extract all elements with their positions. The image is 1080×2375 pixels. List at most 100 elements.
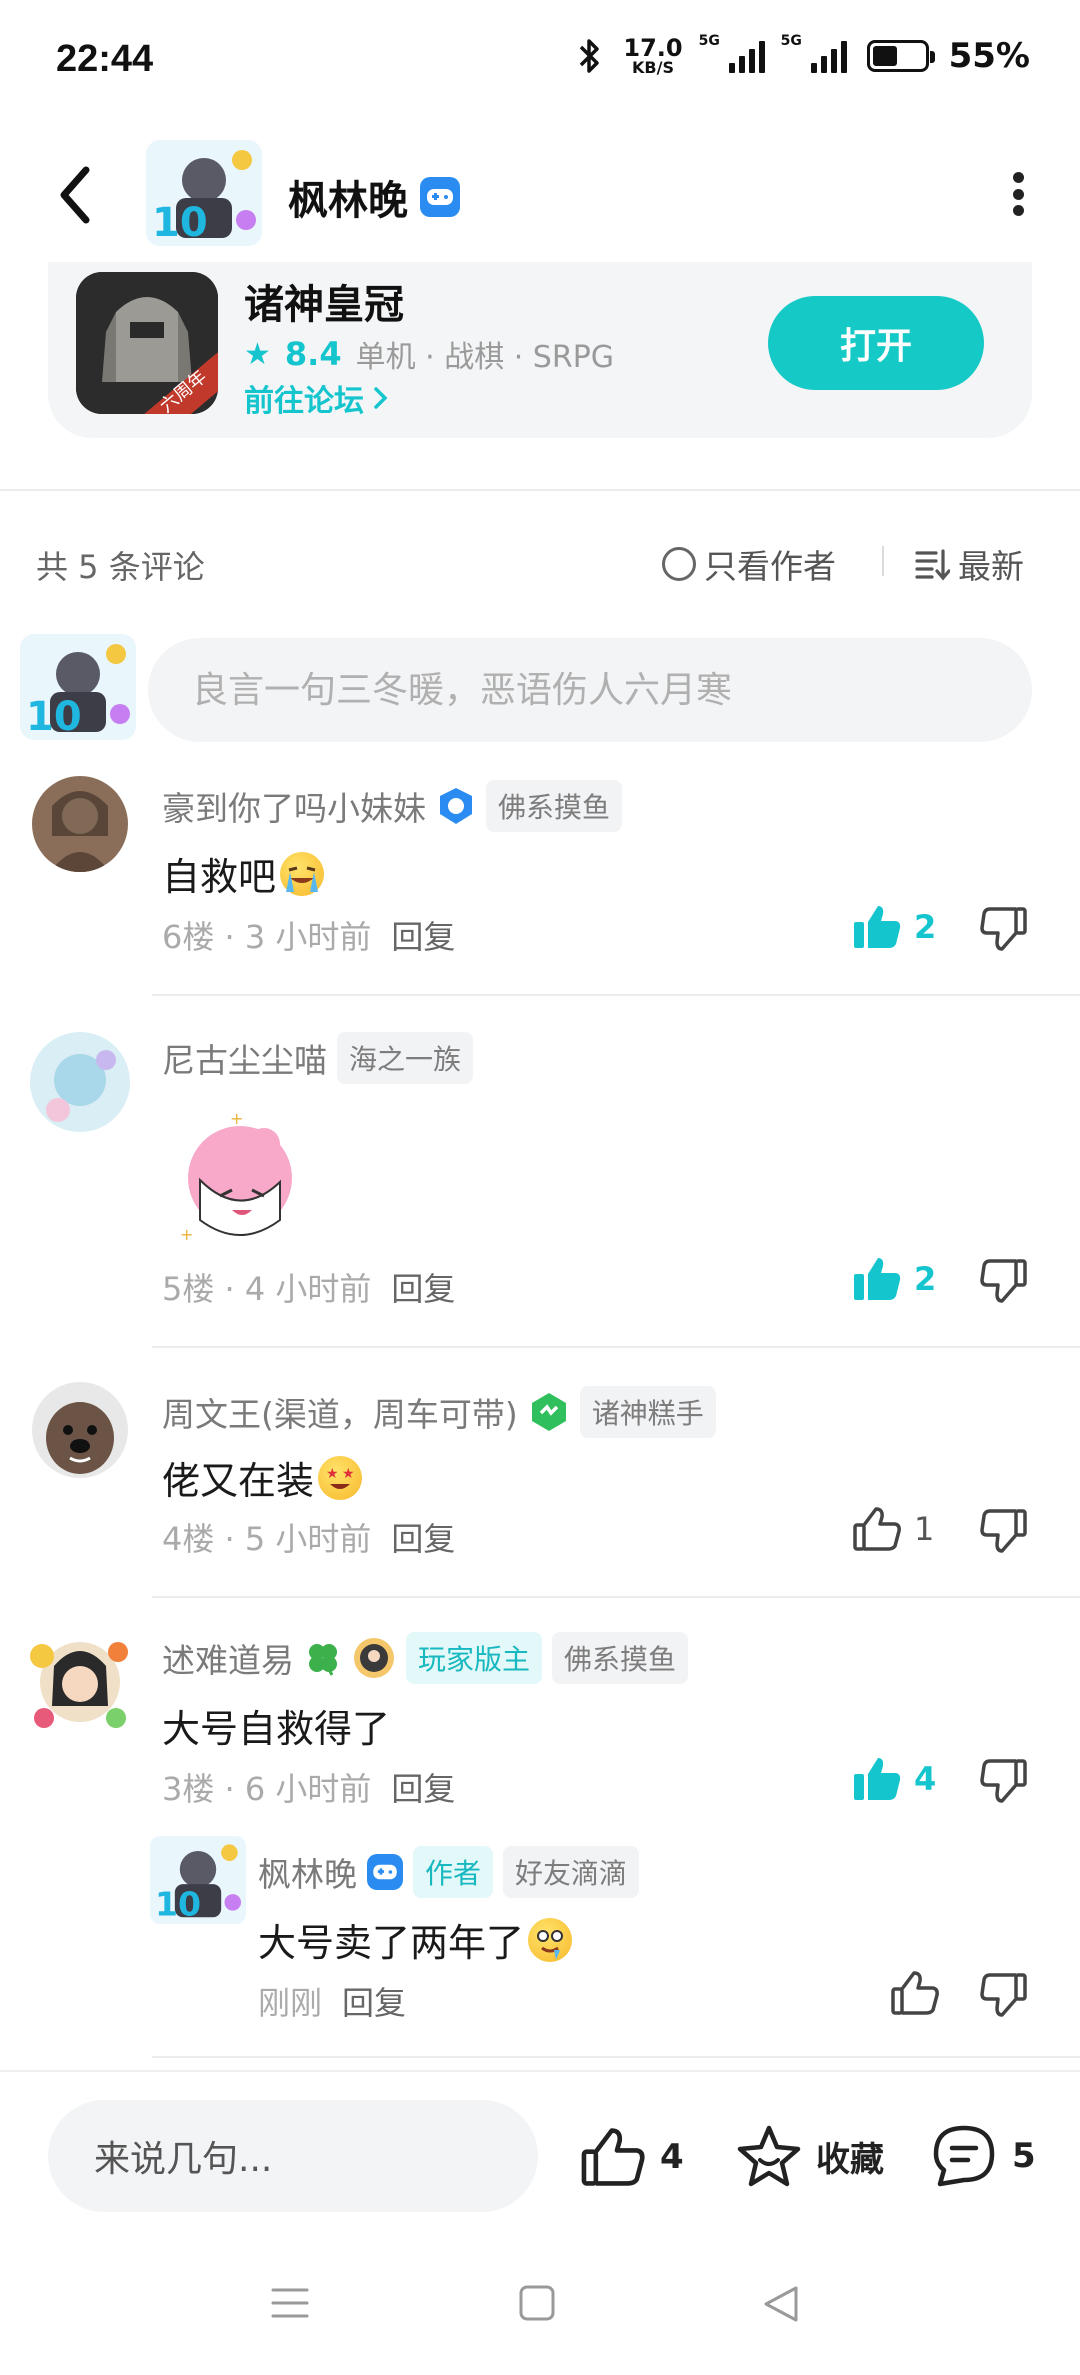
thumbs-down-icon bbox=[980, 1759, 1027, 1803]
comment-meta: 3楼 · 6 小时前 回复 bbox=[162, 1764, 455, 1810]
post-like-button[interactable]: 4 bbox=[580, 2126, 684, 2188]
thumbs-down-icon bbox=[980, 907, 1027, 951]
author-name: 枫林晚 bbox=[288, 168, 460, 226]
like-button[interactable]: 4 bbox=[852, 1756, 936, 1802]
like-button[interactable]: 2 bbox=[852, 904, 936, 950]
comment-meta: 5楼 · 4 小时前 回复 bbox=[162, 1264, 455, 1310]
favorite-star-icon bbox=[737, 2125, 801, 2187]
thumbs-up-filled-icon bbox=[854, 906, 901, 948]
divider bbox=[0, 489, 1080, 491]
bluetooth-icon bbox=[580, 39, 600, 73]
sticker-image[interactable]: + + bbox=[160, 1109, 320, 1250]
like-button[interactable]: 1 bbox=[852, 1506, 934, 1552]
svg-text:10: 10 bbox=[26, 694, 82, 740]
forum-link[interactable]: 前往论坛 bbox=[244, 376, 390, 420]
comment-count: 共 5 条评论 bbox=[36, 548, 205, 586]
radio-icon bbox=[662, 547, 696, 581]
app-rating: 8.4 bbox=[284, 335, 342, 373]
reply-meta: 刚刚 回复 bbox=[258, 1978, 406, 2024]
home-nav-button[interactable] bbox=[518, 2284, 556, 2322]
reply-button[interactable]: 回复 bbox=[391, 1764, 455, 1810]
svg-text:★: ★ bbox=[342, 1466, 355, 1482]
app-meta: ★ 8.4 单机 · 战棋 · SRPG bbox=[244, 332, 614, 376]
like-button[interactable]: 2 bbox=[852, 1256, 936, 1302]
reply-button[interactable]: 回复 bbox=[391, 912, 455, 958]
sort-button[interactable]: 最新 bbox=[914, 540, 1024, 588]
user-tag: 诸神糕手 bbox=[579, 1386, 716, 1438]
svg-text:10: 10 bbox=[152, 200, 208, 246]
chevron-right-icon bbox=[374, 387, 388, 409]
like-button[interactable] bbox=[890, 1970, 940, 2016]
star-eyes-emoji-icon: ★ ★ bbox=[318, 1455, 363, 1500]
svg-text:★: ★ bbox=[326, 1466, 339, 1482]
svg-text:+: + bbox=[230, 1110, 243, 1128]
drooling-emoji-icon bbox=[528, 1917, 573, 1962]
moderator-tag: 玩家版主 bbox=[406, 1632, 543, 1684]
reply-text: 大号卖了两年了 bbox=[258, 1912, 573, 1967]
more-options-button[interactable] bbox=[1008, 172, 1028, 216]
chat-bubble-icon bbox=[933, 2125, 995, 2187]
comment-username[interactable]: 述难道易 玩家版主 佛系摸鱼 bbox=[162, 1632, 689, 1684]
back-button[interactable] bbox=[52, 160, 102, 230]
menu-nav-button[interactable] bbox=[270, 2286, 310, 2320]
menu-icon bbox=[271, 2288, 309, 2318]
gamepad-badge-icon bbox=[420, 177, 460, 217]
author-avatar[interactable]: 10 bbox=[146, 140, 262, 246]
reply-avatar[interactable]: 10 bbox=[150, 1836, 246, 1924]
comment-avatar[interactable] bbox=[28, 1030, 132, 1134]
moderator-badge-icon bbox=[354, 1638, 394, 1678]
thumbs-up-icon bbox=[581, 2128, 645, 2186]
battery-percent: 55% bbox=[948, 36, 1030, 76]
thumbs-up-icon bbox=[853, 1507, 901, 1551]
comment-meta: 6楼 · 3 小时前 回复 bbox=[162, 912, 455, 958]
back-nav-button[interactable] bbox=[762, 2284, 800, 2324]
comment-divider bbox=[152, 1346, 1080, 1348]
chevron-left-icon bbox=[60, 166, 90, 224]
reply-username[interactable]: 枫林晚 作者 好友滴滴 bbox=[258, 1846, 640, 1898]
comment-avatar[interactable] bbox=[24, 1626, 136, 1738]
comment-input[interactable] bbox=[148, 638, 1032, 742]
status-time: 22:44 bbox=[56, 38, 154, 80]
reply-button[interactable]: 回复 bbox=[342, 1978, 406, 2024]
dislike-button[interactable] bbox=[980, 1758, 1028, 1806]
dislike-button[interactable] bbox=[980, 1258, 1028, 1306]
crying-emoji-icon bbox=[280, 851, 325, 896]
reply-button[interactable]: 回复 bbox=[391, 1514, 455, 1560]
thumbs-down-icon bbox=[980, 1973, 1027, 2017]
comment-avatar[interactable] bbox=[32, 1382, 128, 1478]
battery-icon bbox=[866, 40, 935, 72]
app-title: 诸神皇冠 bbox=[244, 282, 404, 328]
reply-button[interactable]: 回复 bbox=[391, 1264, 455, 1310]
my-avatar: 10 bbox=[20, 634, 136, 740]
favorite-button[interactable]: 收藏 bbox=[736, 2124, 884, 2188]
comment-avatar[interactable] bbox=[32, 776, 128, 872]
thumbs-up-icon bbox=[891, 1971, 939, 2015]
comment-divider bbox=[152, 994, 1080, 996]
thumbs-up-filled-icon bbox=[854, 1258, 901, 1300]
comment-text: 自救吧 bbox=[162, 846, 325, 901]
signal-1-icon: 5G bbox=[699, 33, 765, 73]
comments-button[interactable]: 5 bbox=[930, 2124, 1036, 2188]
open-app-button[interactable]: 打开 bbox=[768, 296, 984, 390]
comment-username[interactable]: 尼古尘尘喵 海之一族 bbox=[162, 1032, 474, 1084]
back-triangle-icon bbox=[764, 2286, 798, 2322]
comment-divider bbox=[152, 2056, 1080, 2058]
svg-text:+: + bbox=[180, 1225, 193, 1244]
signal-2-icon: 5G bbox=[781, 33, 847, 73]
say-something-input[interactable]: 来说几句... bbox=[48, 2100, 538, 2212]
author-only-toggle[interactable]: 只看作者 bbox=[662, 540, 836, 588]
user-tag: 好友滴滴 bbox=[503, 1846, 640, 1898]
dislike-button[interactable] bbox=[980, 1508, 1028, 1556]
app-icon[interactable]: 六周年 bbox=[76, 272, 218, 414]
dislike-button[interactable] bbox=[980, 906, 1028, 954]
gamepad-badge-icon bbox=[367, 1854, 403, 1890]
dislike-button[interactable] bbox=[980, 1972, 1028, 2020]
svg-text:10: 10 bbox=[155, 1885, 201, 1924]
app-tags: 单机 · 战棋 · SRPG bbox=[355, 340, 615, 375]
comment-username[interactable]: 豪到你了吗小妹妹 佛系摸鱼 bbox=[162, 780, 623, 832]
badge-icon bbox=[440, 788, 472, 824]
comment-username[interactable]: 周文王(渠道，周车可带) 诸神糕手 bbox=[162, 1386, 716, 1438]
green-badge-icon bbox=[531, 1393, 566, 1431]
author-tag: 作者 bbox=[413, 1846, 494, 1898]
network-speed: 17.0 KB/S bbox=[623, 34, 683, 77]
